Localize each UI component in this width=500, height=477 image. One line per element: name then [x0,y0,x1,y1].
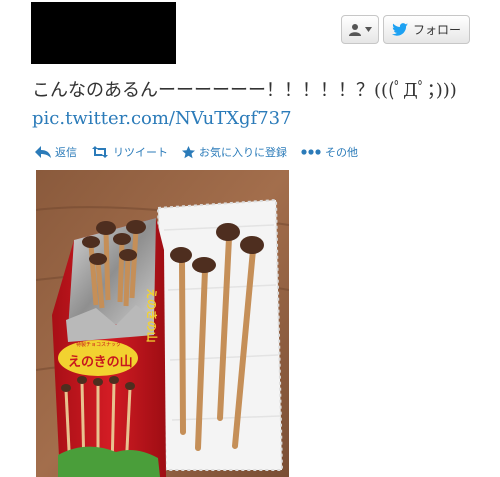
more-label: その他 [325,146,358,159]
person-icon [349,23,361,36]
tweet-text: こんなのあるんーーーーーー！！！！！？(((ﾟДﾟ；))) pic.twitte… [32,77,472,133]
box-brand-label: えのきの山 [68,354,133,370]
tweet-actions: 返信 リツイート お気に入りに登録 その他 [35,142,372,162]
box-small-label: 特製チョコスナック [76,341,121,348]
redacted-user-header [31,2,176,64]
retweet-label: リツイート [113,146,168,159]
star-icon [182,145,195,158]
retweet-icon [92,146,108,158]
user-actions-dropdown[interactable] [341,15,379,44]
tweet-photo[interactable]: えのきの山 特製チョコスナック えのきの山 [36,170,289,477]
tweet-photo-link[interactable]: pic.twitter.com/NVuTXgf737 [32,108,292,129]
follow-button[interactable]: フォロー [383,15,470,44]
reply-label: 返信 [55,146,77,159]
box-side-label: えのきの山 [145,288,159,343]
retweet-action[interactable]: リツイート [91,144,168,160]
follow-label: フォロー [412,23,461,37]
more-icon [301,149,321,155]
tweet-body: こんなのあるんーーーーーー！！！！！？(((ﾟДﾟ；))) [32,80,457,101]
more-action[interactable]: その他 [301,144,358,160]
favorite-action[interactable]: お気に入りに登録 [182,144,287,160]
favorite-label: お気に入りに登録 [199,146,287,159]
reply-icon [35,146,51,158]
paper-towel [156,198,284,471]
reply-action[interactable]: 返信 [35,144,77,160]
caret-down-icon [365,27,372,32]
twitter-bird-icon [391,22,408,36]
